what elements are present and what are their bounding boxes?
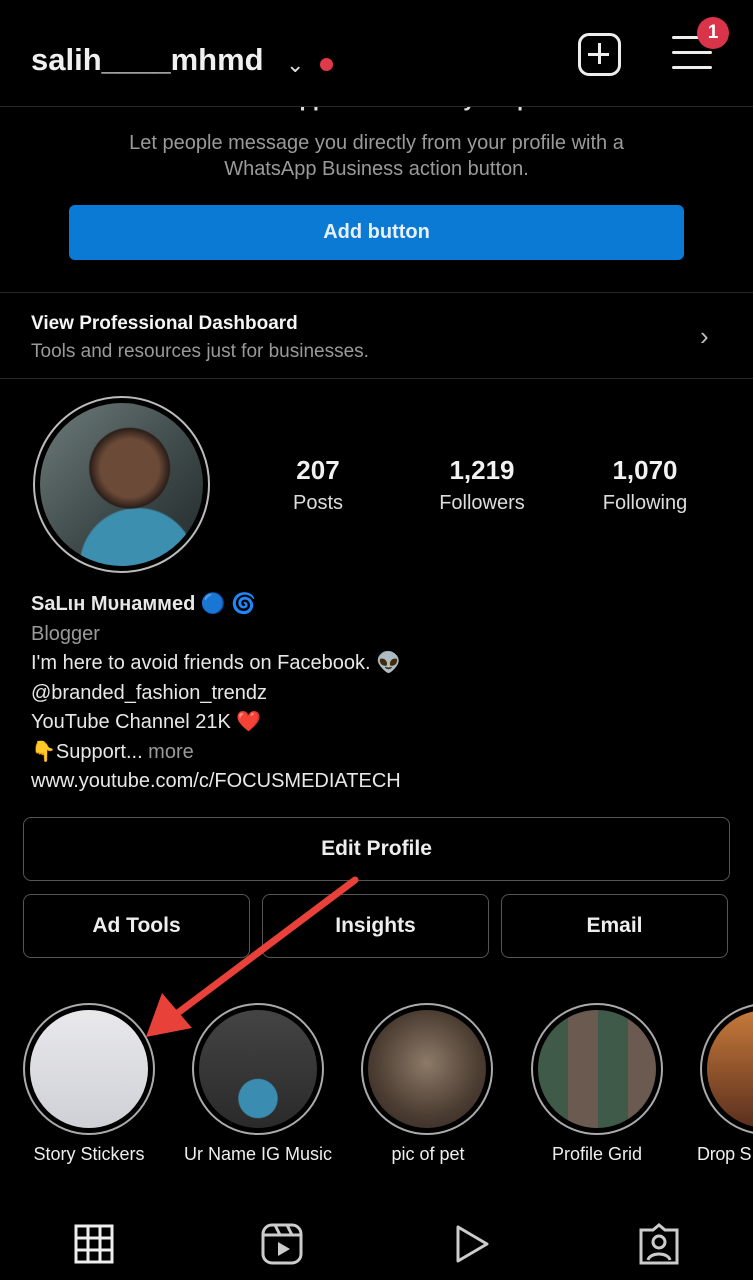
annotation-arrow [146, 876, 359, 1037]
notification-dot [320, 58, 333, 71]
grid-icon[interactable] [74, 1224, 114, 1264]
top-bar: salih____mhmd ⌄ 1 [0, 0, 753, 107]
reels-icon[interactable] [261, 1223, 303, 1265]
tagged-icon[interactable] [637, 1222, 681, 1266]
bottom-nav [0, 1200, 753, 1280]
notification-badge: 1 [697, 17, 729, 49]
new-post-icon[interactable] [578, 33, 621, 76]
play-icon[interactable] [452, 1224, 492, 1264]
chevron-down-icon[interactable]: ⌄ [286, 52, 304, 78]
username-switcher[interactable]: salih____mhmd [31, 42, 264, 78]
